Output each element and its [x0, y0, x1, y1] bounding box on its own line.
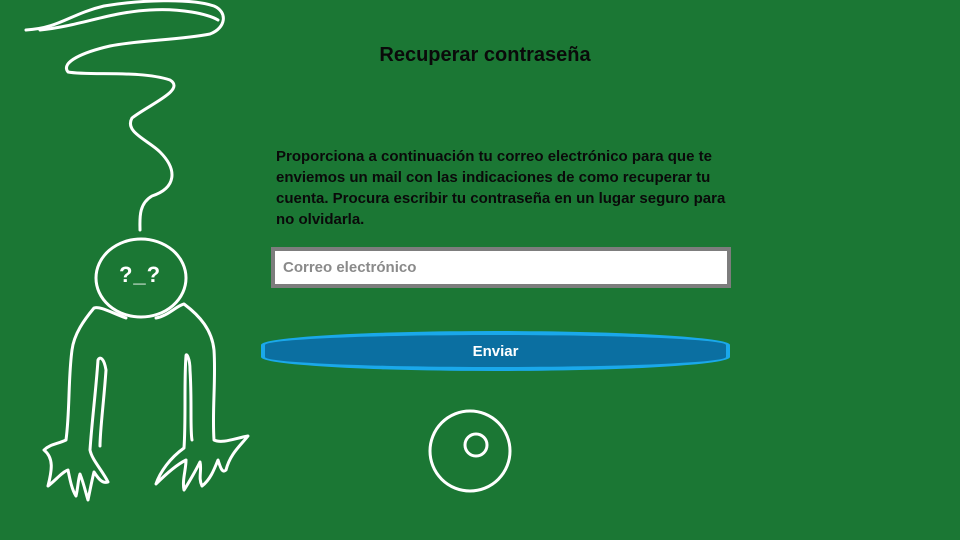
send-button[interactable]: Enviar: [261, 331, 730, 371]
email-field[interactable]: [271, 247, 731, 288]
recovery-instructions: Proporciona a continuación tu correo ele…: [276, 148, 726, 228]
loading-ring-outer: [428, 409, 512, 493]
figure-left-shoulder: [42, 306, 128, 502]
thought-smoke: [24, 0, 225, 232]
figure-right-shoulder: [154, 302, 250, 492]
loading-ring-inner: [463, 432, 489, 458]
page-title: Recuperar contraseña: [379, 44, 591, 66]
face-expression: ?_?: [118, 262, 162, 287]
